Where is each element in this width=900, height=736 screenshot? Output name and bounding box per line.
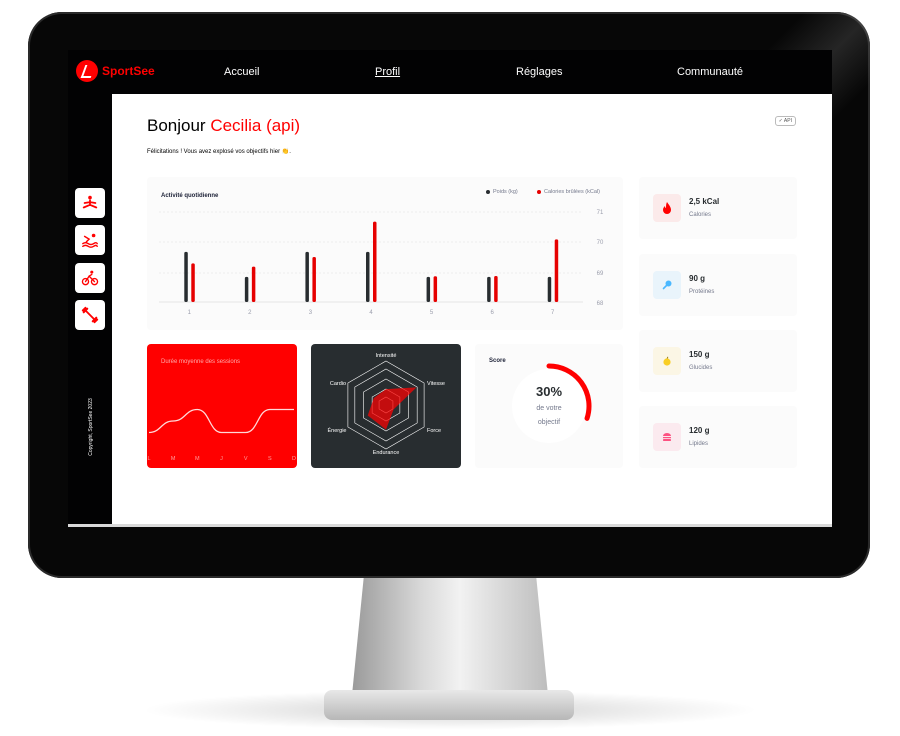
x-tick-label: 3 <box>309 310 313 316</box>
sessions-chart: LMMJVSD <box>147 408 296 462</box>
lipids-label: Lipides <box>689 441 709 447</box>
radar-area <box>367 387 417 430</box>
dumbbell-icon <box>81 306 99 324</box>
drumstick-icon <box>653 271 681 299</box>
calories-bar <box>251 266 256 302</box>
day-label: V <box>244 456 248 462</box>
y-tick-label: 70 <box>597 240 604 246</box>
runner-logo-icon <box>76 60 98 82</box>
carbs-value: 150 g <box>689 350 710 359</box>
nav-communaute[interactable]: Communauté <box>677 50 743 94</box>
page-title: Bonjour Cecilia (api) <box>147 116 300 136</box>
weight-bar <box>426 276 431 302</box>
day-label: M <box>195 456 200 462</box>
calories-label: Calories <box>689 212 712 218</box>
performance-chart-card: Intensité Vitesse Force Endurance Énergie Car… <box>311 344 461 468</box>
calories-bar <box>312 257 316 302</box>
proteins-value: 90 g <box>689 274 706 283</box>
x-tick-label: 2 <box>248 310 252 316</box>
activity-chart: 71 70 69 68 1 2 3 4 5 6 7 <box>159 210 604 316</box>
dumbbell-button[interactable] <box>75 300 105 330</box>
performance-radar-chart: Intensité Vitesse Force Endurance Énergie Car… <box>328 353 445 456</box>
calories-value: 2,5 kCal <box>689 197 720 206</box>
y-tick-label: 68 <box>597 301 604 307</box>
calories-bar <box>373 221 377 302</box>
radar-axis-label: Intensité <box>376 353 397 359</box>
weight-bar <box>305 251 309 302</box>
fire-icon <box>653 194 681 222</box>
weight-bar <box>244 276 249 302</box>
calories-bar <box>494 275 498 302</box>
apple-icon <box>653 347 681 375</box>
proteins-card: 90 g Protéines <box>639 254 797 316</box>
y-tick-label: 69 <box>597 271 604 277</box>
left-sidebar: Copyright, SportSee 2023 <box>68 94 112 524</box>
yoga-button[interactable] <box>75 188 105 218</box>
radar-axis-label: Cardio <box>330 381 346 387</box>
logo[interactable]: SportSee <box>76 60 155 82</box>
score-card: Score 30% de votre objectif <box>475 344 623 468</box>
monitor-stand-base <box>324 690 574 720</box>
swimming-icon <box>82 233 98 248</box>
burger-icon <box>653 423 681 451</box>
x-tick-label: 6 <box>490 310 494 316</box>
calories-bar <box>554 239 559 302</box>
activity-chart-card: Activité quotidienne Poids (kg) Calories… <box>147 177 623 330</box>
y-tick-label: 71 <box>597 210 604 216</box>
score-chart: 30% de votre objectif <box>512 363 592 443</box>
top-navigation: SportSee Accueil Profil Réglages Communa… <box>68 50 832 94</box>
score-percent: 30% <box>536 384 562 399</box>
monitor-stand-neck <box>352 577 548 695</box>
x-tick-label: 4 <box>369 310 373 316</box>
nav-reglages[interactable]: Réglages <box>516 50 562 94</box>
weight-bar <box>184 251 188 302</box>
score-line2: objectif <box>538 419 560 426</box>
x-tick-label: 7 <box>551 310 555 316</box>
day-label: J <box>220 456 223 462</box>
sessions-line <box>148 408 294 434</box>
api-badge[interactable]: ✓ API <box>774 116 796 126</box>
weight-bar <box>487 276 491 302</box>
congrats-message: Félicitations ! Vous avez explosé vos ob… <box>147 149 291 155</box>
day-label: D <box>292 456 296 462</box>
radar-axis-label: Endurance <box>373 450 400 456</box>
radar-axis-label: Vitesse <box>427 381 445 387</box>
nav-profil[interactable]: Profil <box>375 50 400 94</box>
lipids-value: 120 g <box>689 426 710 435</box>
nav-accueil[interactable]: Accueil <box>224 50 259 94</box>
radar-axis-label: Force <box>427 428 441 434</box>
swimming-button[interactable] <box>75 225 105 255</box>
carbs-card: 150 g Glucides <box>639 330 797 392</box>
cycling-icon <box>81 270 99 286</box>
weight-bar <box>366 251 370 302</box>
copyright-text: Copyright, SportSee 2023 <box>88 398 94 456</box>
cycling-button[interactable] <box>75 263 105 293</box>
radar-axis-label: Énergie <box>328 427 347 434</box>
proteins-label: Protéines <box>689 289 715 295</box>
weight-bar <box>547 276 552 302</box>
yoga-icon <box>82 195 98 209</box>
lipids-card: 120 g Lipides <box>639 406 797 468</box>
carbs-label: Glucides <box>689 365 713 371</box>
screen: SportSee Accueil Profil Réglages Communa… <box>68 50 832 527</box>
logo-text: SportSee <box>102 64 155 78</box>
sessions-chart-card: Durée moyenne des sessions LMMJVSD <box>147 344 297 468</box>
calories-bar <box>191 263 195 302</box>
score-line1: de votre <box>536 405 561 412</box>
day-label: L <box>147 456 150 462</box>
dashboard-content: Bonjour Cecilia (api) Félicitations ! Vo… <box>112 94 832 527</box>
day-label: S <box>268 456 272 462</box>
calories-card: 2,5 kCal Calories <box>639 177 797 239</box>
x-tick-label: 5 <box>430 310 434 316</box>
user-name: Cecilia (api) <box>210 116 301 135</box>
day-label: M <box>171 456 176 462</box>
screen-bottom-bar <box>68 524 832 527</box>
greeting-text: Bonjour <box>147 116 211 135</box>
calories-bar <box>433 276 438 302</box>
x-tick-label: 1 <box>188 310 192 316</box>
